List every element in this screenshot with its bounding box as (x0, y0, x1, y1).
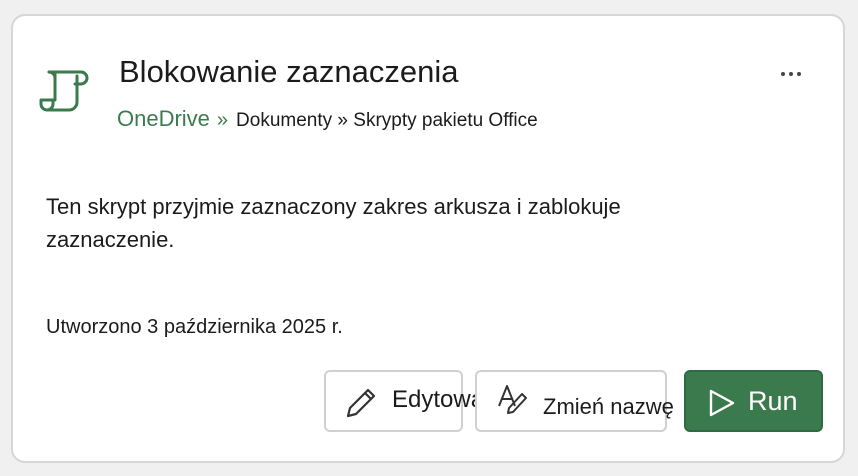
pencil-icon (346, 388, 376, 418)
created-date: Utworzono 3 października 2025 r. (46, 316, 343, 338)
script-description: Ten skrypt przyjmie zaznaczony zakres ar… (46, 194, 621, 252)
play-icon (709, 389, 735, 417)
script-title: Blokowanie zaznaczenia (119, 54, 459, 89)
breadcrumb-path-link[interactable]: Dokumenty » Skrypty pakietu Office (236, 110, 538, 132)
script-scroll-icon (39, 70, 89, 112)
breadcrumb-onedrive-link[interactable]: OneDrive (117, 106, 210, 132)
edit-button[interactable]: Edytowanie (324, 370, 516, 432)
run-button[interactable]: Run (684, 370, 823, 432)
rename-button[interactable]: Zmień nazwę (475, 370, 674, 432)
more-horizontal-icon (781, 72, 785, 76)
rename-icon (498, 385, 527, 414)
rename-button-label: Zmień nazwę (543, 394, 674, 419)
breadcrumb: OneDrive » Dokumenty » Skrypty pakietu O… (117, 106, 538, 132)
script-card: Blokowanie zaznaczenia OneDrive » Dokume… (11, 14, 845, 463)
run-button-label: Run (748, 386, 798, 416)
more-options-button[interactable] (773, 64, 809, 84)
breadcrumb-separator: » (216, 109, 229, 131)
